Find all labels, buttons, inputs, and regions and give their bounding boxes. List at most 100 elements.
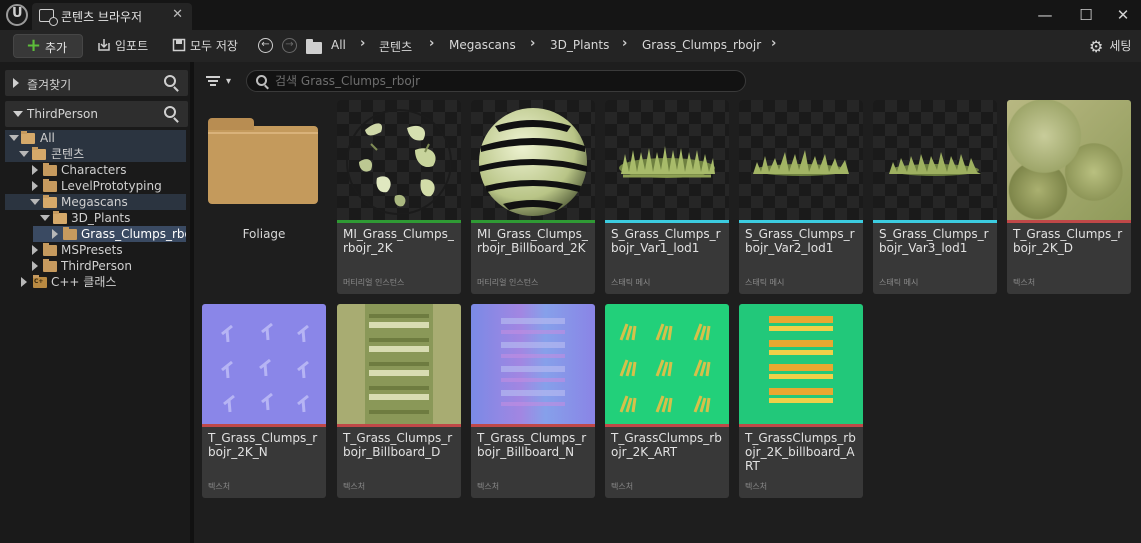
chevron-right-icon[interactable] — [32, 181, 38, 191]
asset-type-bar — [337, 424, 461, 427]
import-button[interactable]: 임포트 — [97, 36, 148, 56]
chevron-right-icon[interactable] — [32, 165, 38, 175]
breadcrumb-3d-plants[interactable]: 3D_Plants — [550, 38, 609, 52]
asset-thumbnail — [471, 100, 595, 220]
tree-item-3d-plants[interactable]: 3D_Plants — [5, 210, 186, 226]
search-icon[interactable] — [164, 75, 176, 87]
search-input[interactable] — [275, 73, 735, 89]
breadcrumb-megascans[interactable]: Megascans — [449, 38, 516, 52]
chevron-down-icon[interactable] — [30, 199, 40, 205]
folder-icon — [63, 227, 77, 240]
tree-item-megascans[interactable]: Megascans — [5, 194, 186, 210]
asset-tile[interactable]: S_Grass_Clumps_rbojr_Var3_lod1 스태틱 메시 — [873, 100, 997, 294]
maximize-button[interactable]: ☐ — [1073, 4, 1099, 26]
toolbar: + 추가 임포트 모두 저장 ← → All › 콘텐츠 › Megascans… — [0, 30, 1141, 62]
breadcrumb-chevron-icon[interactable]: › — [429, 36, 434, 51]
asset-type: 머티리얼 인스턴스 — [477, 278, 539, 287]
asset-thumbnail — [605, 304, 729, 424]
tree-item-label: Characters — [61, 163, 127, 177]
asset-type-bar — [337, 220, 461, 223]
chevron-down-icon[interactable] — [40, 215, 50, 221]
asset-name: S_Grass_Clumps_rbojr_Var2_lod1 — [745, 227, 855, 255]
unreal-logo-icon[interactable] — [6, 4, 28, 26]
breadcrumb-chevron-icon[interactable]: › — [530, 36, 535, 51]
asset-type-bar — [471, 424, 595, 427]
asset-tile[interactable]: T_Grass_Clumps_rbojr_Billboard_N 텍스처 — [471, 304, 595, 498]
asset-type-bar — [1007, 220, 1131, 223]
tree-item-characters[interactable]: Characters — [5, 162, 186, 178]
asset-thumbnail — [739, 100, 863, 220]
breadcrumb-grass-clumps[interactable]: Grass_Clumps_rbojr — [642, 38, 761, 52]
tree-item-all[interactable]: All — [5, 130, 186, 146]
breadcrumb-chevron-icon[interactable]: › — [771, 36, 776, 51]
tree-item-label: LevelPrototyping — [61, 179, 162, 193]
chevron-down-icon — [13, 111, 23, 117]
minimize-button[interactable]: — — [1032, 4, 1058, 26]
gear-icon: ⚙ — [1089, 37, 1104, 56]
asset-thumbnail — [1007, 100, 1131, 220]
chevron-right-icon[interactable] — [52, 229, 58, 239]
asset-thumbnail — [202, 304, 326, 424]
project-header[interactable]: ThirdPerson — [5, 101, 188, 127]
asset-tile[interactable]: T_Grass_Clumps_rbojr_Billboard_D 텍스처 — [337, 304, 461, 498]
asset-type-bar — [739, 424, 863, 427]
settings-label: 세팅 — [1109, 39, 1132, 53]
back-arrow-icon[interactable]: ← — [258, 38, 273, 53]
content-browser-icon — [39, 9, 58, 26]
chevron-down-icon[interactable] — [19, 151, 29, 157]
folder-tile-foliage[interactable]: Foliage — [202, 100, 326, 294]
folder-icon[interactable] — [306, 39, 322, 54]
asset-type: 스태틱 메시 — [879, 278, 919, 287]
search-icon[interactable] — [164, 106, 176, 118]
filter-button[interactable]: ▾ — [204, 73, 238, 91]
asset-tile[interactable]: S_Grass_Clumps_rbojr_Var2_lod1 스태틱 메시 — [739, 100, 863, 294]
plus-icon: + — [26, 35, 42, 56]
favorites-header[interactable]: 즐겨찾기 — [5, 70, 188, 96]
search-box[interactable] — [246, 70, 746, 92]
save-all-button[interactable]: 모두 저장 — [172, 36, 238, 56]
add-button[interactable]: + 추가 — [13, 34, 83, 58]
add-button-label: 추가 — [45, 41, 68, 55]
tab-title: 콘텐츠 브라우저 — [61, 10, 143, 24]
tree-item-mspresets[interactable]: MSPresets — [5, 242, 186, 258]
asset-view: ▾ Foliage MI_Grass_Clumps_rbojr_2K 머티 — [194, 62, 1141, 543]
breadcrumb-all[interactable]: All — [331, 38, 346, 52]
asset-tile[interactable]: MI_Grass_Clumps_rbojr_2K 머티리얼 인스턴스 — [337, 100, 461, 294]
asset-tile[interactable]: T_Grass_Clumps_rbojr_2K_N 텍스처 — [202, 304, 326, 498]
asset-tile[interactable]: S_Grass_Clumps_rbojr_Var1_lod1 스태틱 메시 — [605, 100, 729, 294]
favorites-label: 즐겨찾기 — [27, 78, 72, 92]
chevron-right-icon[interactable] — [32, 245, 38, 255]
breadcrumb-content[interactable]: 콘텐츠 — [379, 38, 412, 55]
tree-item-content[interactable]: 콘텐츠 — [5, 146, 186, 162]
tree-item-cpp-classes[interactable]: C++ 클래스 — [5, 274, 186, 290]
tree-item-thirdperson[interactable]: ThirdPerson — [5, 258, 186, 274]
asset-type: 텍스처 — [343, 482, 366, 491]
asset-tile[interactable]: T_GrassClumps_rbojr_2K_ART 텍스처 — [605, 304, 729, 498]
chevron-right-icon[interactable] — [21, 277, 27, 287]
chevron-right-icon[interactable] — [32, 261, 38, 271]
asset-name: S_Grass_Clumps_rbojr_Var3_lod1 — [879, 227, 989, 255]
asset-tile[interactable]: T_Grass_Clumps_rbojr_2K_D 텍스처 — [1007, 100, 1131, 294]
folder-icon — [53, 211, 67, 224]
asset-tile[interactable]: MI_Grass_Clumps_rbojr_Billboard_2K 머티리얼 … — [471, 100, 595, 294]
tree-item-grass-clumps[interactable]: Grass_Clumps_rbojr — [33, 226, 186, 242]
forward-arrow-icon[interactable]: → — [282, 38, 297, 53]
close-window-button[interactable]: ✕ — [1110, 4, 1136, 26]
tree-item-label: ThirdPerson — [61, 259, 132, 273]
breadcrumb-chevron-icon[interactable]: › — [360, 36, 365, 51]
tree-item-levelprototyping[interactable]: LevelPrototyping — [5, 178, 186, 194]
asset-type: 머티리얼 인스턴스 — [343, 278, 405, 287]
save-all-label: 모두 저장 — [190, 39, 238, 53]
asset-type-bar — [202, 424, 326, 427]
tab-close-icon[interactable]: ✕ — [172, 7, 183, 22]
chevron-down-icon: ▾ — [226, 76, 232, 87]
tab-content-browser[interactable]: 콘텐츠 브라우저 ✕ — [32, 3, 192, 30]
chevron-down-icon[interactable] — [9, 135, 19, 141]
asset-type: 텍스처 — [1013, 278, 1036, 287]
asset-tile[interactable]: T_GrassClumps_rbojr_2K_billboard_ART 텍스처 — [739, 304, 863, 498]
settings-button[interactable]: ⚙ 세팅 — [1089, 36, 1131, 57]
folder-icon — [208, 118, 318, 204]
filter-icon — [206, 76, 220, 88]
asset-name: T_GrassClumps_rbojr_2K_ART — [611, 431, 722, 459]
breadcrumb-chevron-icon[interactable]: › — [622, 36, 627, 51]
